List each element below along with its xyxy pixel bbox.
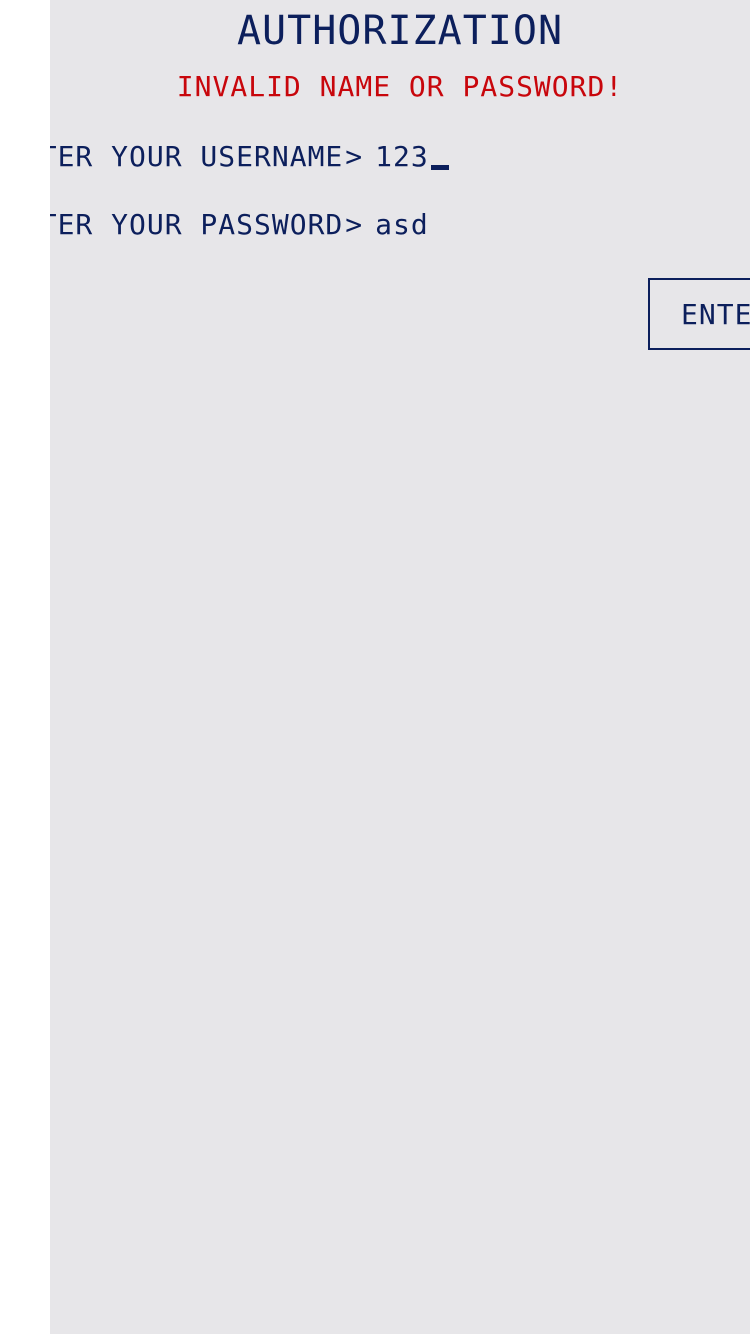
username-field[interactable]: 123 — [375, 136, 750, 176]
username-row: ENTER YOUR USERNAME > 123 — [50, 136, 750, 176]
password-label: ENTER YOUR PASSWORD — [50, 207, 344, 241]
username-label: ENTER YOUR USERNAME — [50, 139, 344, 173]
password-field[interactable]: asd — [375, 204, 750, 244]
password-row: ENTER YOUR PASSWORD > asd — [50, 204, 750, 244]
page-title: AUTHORIZATION — [236, 8, 564, 54]
username-prompt-symbol: > — [345, 139, 364, 173]
username-value: 123 — [375, 139, 429, 173]
password-prompt-symbol: > — [345, 207, 364, 241]
password-value: asd — [375, 207, 429, 241]
text-cursor — [430, 164, 449, 170]
left-margin-strip — [0, 0, 50, 1334]
authorization-panel: AUTHORIZATION INVALID NAME OR PASSWORD! … — [50, 0, 750, 1334]
enter-button[interactable]: ENTER — [648, 278, 750, 350]
error-message: INVALID NAME OR PASSWORD! — [176, 70, 624, 103]
